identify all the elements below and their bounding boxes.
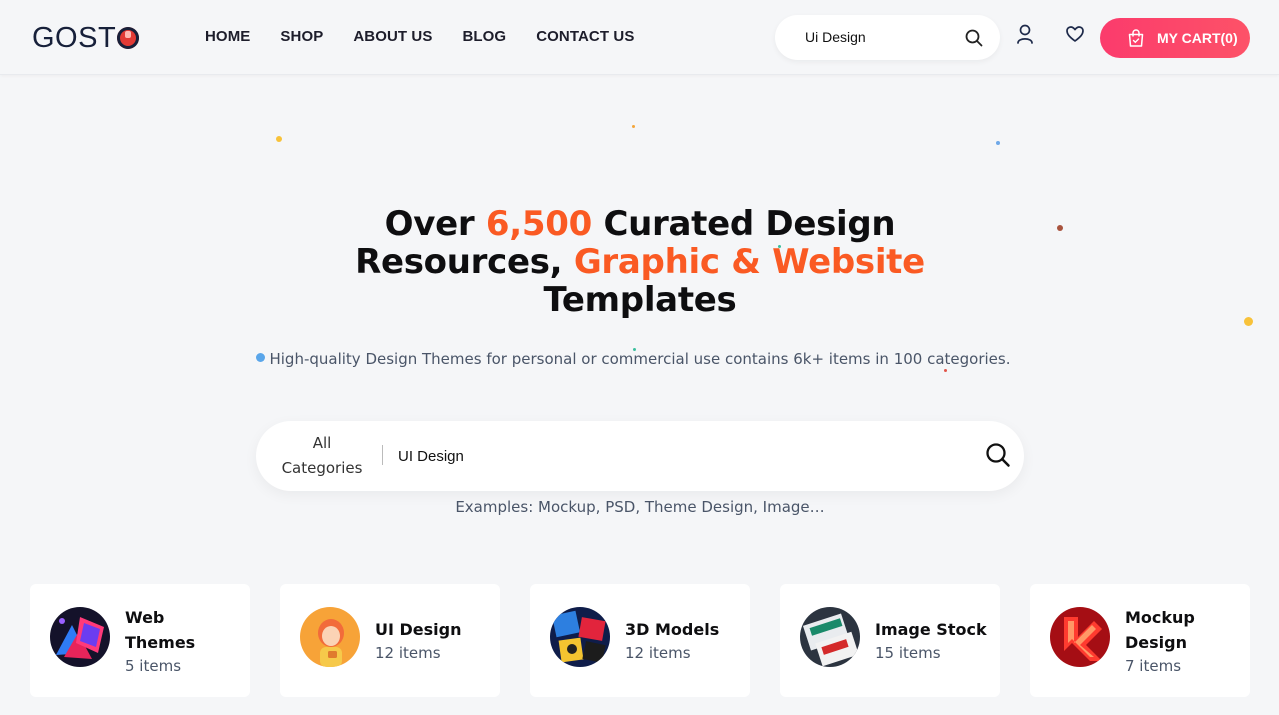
search-divider	[382, 445, 383, 465]
hero-subtitle: High-quality Design Themes for personal …	[269, 350, 1011, 368]
mockup-design-thumbnail-icon	[1050, 607, 1110, 667]
card-count: 12 items	[375, 644, 441, 662]
card-text: UI Design 12 items	[375, 584, 490, 697]
card-count: 15 items	[875, 644, 941, 662]
3d-models-thumbnail-icon	[550, 607, 610, 667]
card-text: Web Themes 5 items	[125, 584, 240, 697]
header-search	[775, 15, 1000, 60]
card-count: 5 items	[125, 656, 182, 675]
decorative-dot	[1057, 225, 1063, 231]
search-examples: Examples: Mockup, PSD, Theme Design, Ima…	[455, 498, 825, 516]
hero-title-accent-graphic: Graphic & Website	[573, 242, 925, 282]
logo-text: GOST	[32, 22, 117, 54]
user-icon[interactable]	[1014, 23, 1036, 45]
card-title: Mockup Design	[1125, 607, 1195, 652]
decorative-dot	[276, 136, 282, 142]
category-select-label: Categories	[281, 459, 363, 477]
my-cart-button[interactable]: MY CART(0)	[1100, 18, 1250, 58]
wishlist-heart-icon[interactable]	[1064, 23, 1086, 45]
site-header: GOST HOME SHOP ABOUT US BLOG CONTACT US …	[0, 0, 1279, 75]
card-count: 12 items	[625, 644, 691, 662]
hero-title-text: Over	[384, 204, 486, 244]
decorative-dot	[944, 369, 947, 372]
nav-contact-us[interactable]: CONTACT US	[536, 28, 634, 45]
category-card-mockup-design[interactable]: Mockup Design 7 items	[1030, 584, 1250, 697]
main-nav: HOME SHOP ABOUT US BLOG CONTACT US	[205, 28, 634, 45]
image-stock-thumbnail-icon	[800, 607, 860, 667]
shopping-bag-icon	[1126, 28, 1146, 48]
header-search-input[interactable]	[805, 27, 955, 47]
hero-title-accent-count: 6,500	[485, 204, 592, 244]
card-count: 7 items	[1125, 656, 1182, 675]
nav-about-us[interactable]: ABOUT US	[353, 28, 432, 45]
card-title: UI Design	[375, 620, 462, 639]
decorative-dot	[632, 125, 635, 128]
ui-design-thumbnail-icon	[300, 607, 360, 667]
hero-search-icon[interactable]	[985, 442, 1011, 472]
web-themes-thumbnail-icon	[50, 607, 110, 667]
hero-title-text: Templates	[543, 280, 737, 320]
card-text: Image Stock 15 items	[875, 584, 990, 697]
card-title: Web Themes	[125, 607, 196, 652]
hero-search-input[interactable]	[398, 445, 958, 467]
nav-blog[interactable]: BLOG	[462, 28, 506, 45]
header-search-icon[interactable]	[964, 28, 984, 48]
category-card-web-themes[interactable]: Web Themes 5 items	[30, 584, 250, 697]
decorative-dot	[1244, 317, 1253, 326]
category-select-label: All	[312, 434, 332, 452]
logo-mark-icon	[117, 26, 140, 49]
hero-search-bar: All Categories	[256, 421, 1024, 491]
category-card-ui-design[interactable]: UI Design 12 items	[280, 584, 500, 697]
nav-home[interactable]: HOME	[205, 28, 250, 45]
category-card-image-stock[interactable]: Image Stock 15 items	[780, 584, 1000, 697]
category-select[interactable]: All Categories	[272, 431, 372, 481]
decorative-dot	[996, 141, 1000, 145]
card-text: 3D Models 12 items	[625, 584, 740, 697]
logo[interactable]: GOST	[32, 22, 140, 55]
card-title: Image Stock	[875, 620, 987, 639]
card-text: Mockup Design 7 items	[1125, 584, 1240, 697]
nav-shop[interactable]: SHOP	[280, 28, 323, 45]
category-card-3d-models[interactable]: 3D Models 12 items	[530, 584, 750, 697]
card-title: 3D Models	[625, 620, 720, 639]
cart-label: MY CART(0)	[1157, 30, 1238, 46]
hero-title: Over 6,500 Curated Design Resources, Gra…	[290, 205, 990, 319]
